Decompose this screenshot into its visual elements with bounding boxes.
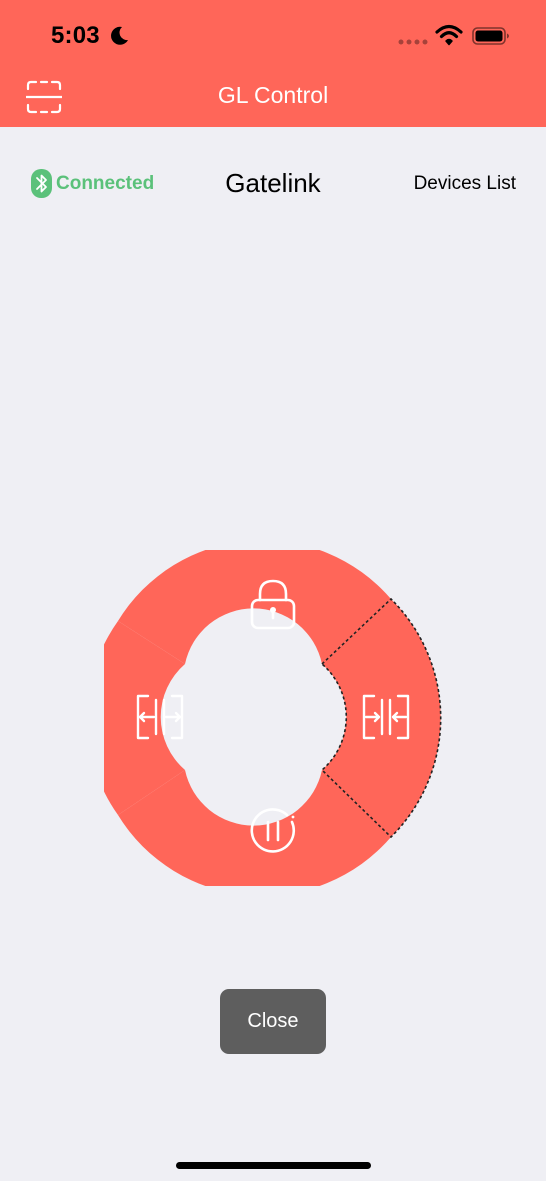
status-time: 5:03 [51, 22, 100, 49]
signal-dots-icon [398, 39, 428, 45]
battery-icon [472, 27, 509, 45]
close-button[interactable]: Close [220, 989, 326, 1054]
wifi-icon [435, 24, 463, 46]
devices-list-link[interactable]: Devices List [414, 173, 516, 195]
app-header: 5:03 GL Control [0, 0, 546, 127]
moon-icon [111, 26, 128, 45]
home-indicator[interactable] [176, 1162, 371, 1169]
control-wheel [104, 550, 442, 886]
app-title: GL Control [217, 82, 329, 108]
